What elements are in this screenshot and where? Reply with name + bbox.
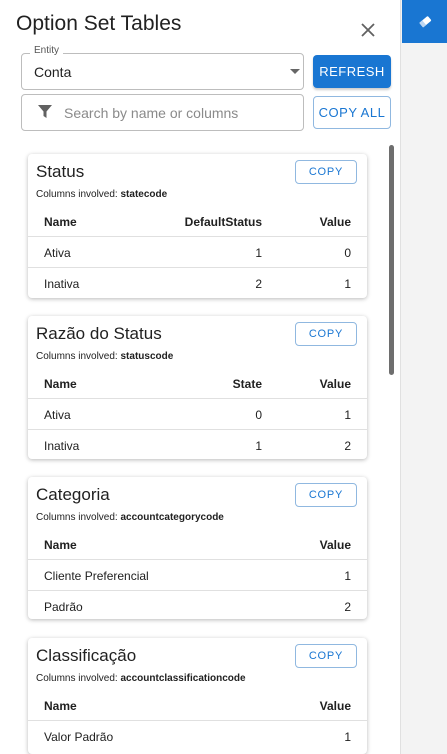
table-cell: 1 — [344, 569, 351, 583]
side-rail — [400, 0, 447, 754]
column-header: Value — [319, 377, 351, 391]
copy-button[interactable]: COPY — [295, 483, 357, 507]
table-cell: 1 — [344, 408, 351, 422]
refresh-button[interactable]: REFRESH — [313, 55, 391, 88]
table-cell: 2 — [344, 600, 351, 614]
column-header: Value — [319, 215, 351, 229]
copy-button[interactable]: COPY — [295, 160, 357, 184]
columns-involved: Columns involved: statuscode — [36, 351, 173, 362]
copy-all-button[interactable]: COPY ALL — [313, 96, 391, 129]
table-row: Ativa 1 0 — [28, 237, 367, 268]
card-title: Razão do Status — [36, 324, 162, 343]
columns-involved: Columns involved: accountcategorycode — [36, 512, 224, 523]
entity-select-label: Entity — [30, 45, 64, 56]
table-cell: 0 — [255, 408, 262, 422]
table-cell: 1 — [255, 439, 262, 453]
table-cell: Ativa — [44, 246, 71, 260]
columns-involved: Columns involved: statecode — [36, 189, 167, 200]
close-icon — [361, 23, 375, 37]
column-header: Name — [44, 215, 77, 229]
entity-select-value: Conta — [34, 64, 72, 80]
columns-involved-label: Columns involved: — [36, 189, 118, 200]
table-cell: 1 — [344, 730, 351, 744]
card-title: Classificação — [36, 646, 137, 665]
table-cell: 1 — [344, 277, 351, 291]
column-header: Value — [319, 538, 351, 552]
close-button[interactable] — [355, 17, 381, 43]
option-table: Name Value Valor Padrão 1 — [28, 690, 367, 751]
column-header: Value — [319, 699, 351, 713]
table-row: Padrão 2 — [28, 591, 367, 621]
table-cell: Inativa — [44, 439, 80, 453]
card-title: Status — [36, 162, 85, 181]
columns-involved-label: Columns involved: — [36, 512, 118, 523]
table-cell: Valor Padrão — [44, 730, 114, 744]
option-set-card: Classificação COPY Columns involved: accou… — [28, 638, 367, 754]
scrollbar[interactable] — [389, 145, 394, 375]
table-cell: Padrão — [44, 600, 83, 614]
option-set-card: Categoria COPY Columns involved: accountca… — [28, 477, 367, 619]
eraser-icon — [419, 15, 432, 28]
option-table: Name Value Cliente Preferencial 1 Padrão 2 — [28, 529, 367, 621]
table-row: Valor Padrão 1 — [28, 721, 367, 751]
option-set-card: Razão do Status COPY Columns involved: sta… — [28, 316, 367, 459]
column-header: Name — [44, 538, 77, 552]
chevron-down-icon[interactable] — [290, 69, 300, 74]
eraser-button[interactable] — [402, 0, 447, 43]
column-header: Name — [44, 377, 77, 391]
filter-icon — [38, 105, 52, 118]
table-cell: 2 — [255, 277, 262, 291]
column-header: DefaultStatus — [184, 215, 262, 229]
columns-involved-value: statuscode — [120, 351, 174, 362]
column-header: Name — [44, 699, 77, 713]
page-title: Option Set Tables — [16, 12, 182, 35]
table-row: Inativa 1 2 — [28, 430, 367, 460]
search-input[interactable] — [64, 104, 296, 122]
table-cell: 2 — [344, 439, 351, 453]
table-header-row: Name Value — [28, 690, 367, 721]
table-header-row: Name State Value — [28, 368, 367, 399]
table-cell: Inativa — [44, 277, 80, 291]
table-cell: Ativa — [44, 408, 71, 422]
option-table: Name State Value Ativa 0 1 Inativa 1 2 — [28, 368, 367, 460]
option-set-panel: Option Set Tables Entity Conta REFRESH C… — [0, 0, 400, 754]
table-cell: 0 — [344, 246, 351, 260]
copy-button[interactable]: COPY — [295, 322, 357, 346]
option-set-card: Status COPY Columns involved: statecode Nam… — [28, 154, 367, 298]
table-header-row: Name DefaultStatus Value — [28, 206, 367, 237]
table-row: Inativa 2 1 — [28, 268, 367, 298]
columns-involved-label: Columns involved: — [36, 351, 118, 362]
column-header: State — [232, 377, 262, 391]
table-cell: 1 — [255, 246, 262, 260]
table-row: Cliente Preferencial 1 — [28, 560, 367, 591]
option-table: Name DefaultStatus Value Ativa 1 0 Inativa 2 1 — [28, 206, 367, 298]
card-title: Categoria — [36, 485, 110, 504]
columns-involved-label: Columns involved: — [36, 673, 118, 684]
columns-involved-value: accountclassificationcode — [120, 673, 246, 684]
columns-involved-value: statecode — [120, 189, 168, 200]
copy-button[interactable]: COPY — [295, 644, 357, 668]
table-row: Ativa 0 1 — [28, 399, 367, 430]
columns-involved: Columns involved: accountclassificationc… — [36, 673, 246, 684]
table-cell: Cliente Preferencial — [44, 569, 149, 583]
table-header-row: Name Value — [28, 529, 367, 560]
columns-involved-value: accountcategorycode — [120, 512, 224, 523]
